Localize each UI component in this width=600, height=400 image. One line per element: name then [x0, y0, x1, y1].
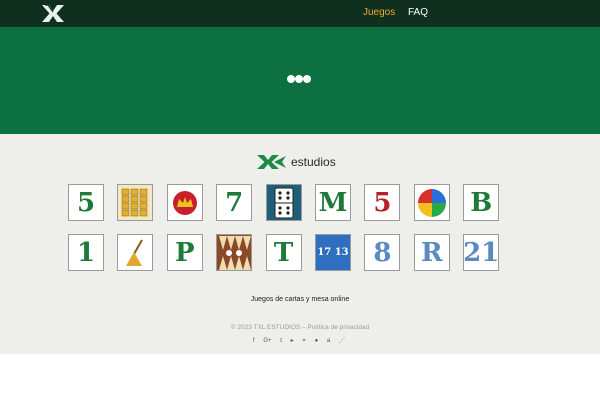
domino-icon: [267, 185, 301, 220]
tute-t-card-icon: T: [273, 237, 294, 268]
card-grid-icon: [118, 185, 152, 220]
pocha-card-icon: P: [175, 237, 195, 268]
facebook-icon[interactable]: f: [253, 337, 255, 346]
copyright: © 2023 TXL ESTUDIOS – Política de privac…: [0, 324, 600, 331]
google-plus-icon[interactable]: G+: [263, 337, 271, 346]
chinchon-card-icon: 5: [373, 187, 392, 218]
game-tile[interactable]: 21: [463, 234, 500, 271]
amazon-icon[interactable]: a: [327, 337, 330, 346]
brisca-card-icon: B: [470, 187, 493, 218]
game-tile[interactable]: [117, 234, 154, 271]
twitter-icon[interactable]: t: [280, 337, 282, 346]
nav-link-juegos[interactable]: Juegos: [363, 7, 395, 18]
game-tile[interactable]: 7: [216, 184, 253, 221]
rss-icon[interactable]: ⋰: [339, 337, 345, 346]
social-links: f G+ t ▸ ◓ ● a ⋰: [253, 337, 345, 346]
game-tile[interactable]: 1: [68, 234, 104, 271]
game-tile[interactable]: B: [463, 184, 500, 221]
top-navbar: Juegos FAQ: [0, 0, 600, 27]
game-tile[interactable]: 8: [364, 234, 401, 271]
mus-card-icon: M: [318, 187, 348, 218]
backgammon-icon: [217, 235, 252, 270]
blackjack-card-icon: 21: [463, 237, 500, 268]
game-tile[interactable]: 5: [364, 184, 401, 221]
escoba-card-icon: [118, 235, 152, 270]
game-tile[interactable]: M: [315, 184, 351, 221]
siete-y-media-card-icon: 7: [225, 187, 244, 218]
game-tile[interactable]: 17 13: [315, 234, 351, 271]
tute-card-icon: 1: [76, 237, 96, 268]
game-tile[interactable]: P: [166, 234, 203, 271]
crown-card-icon: [168, 185, 202, 220]
loading-dots-icon: [287, 75, 311, 85]
txl-x-logo-icon[interactable]: [40, 3, 66, 24]
game-tile[interactable]: [166, 184, 203, 221]
google-play-icon[interactable]: ▸: [291, 337, 294, 346]
apple-icon[interactable]: ●: [315, 337, 319, 346]
game-tile[interactable]: 5: [68, 184, 104, 221]
game-tile[interactable]: [265, 184, 302, 221]
game-tile[interactable]: R: [413, 234, 450, 271]
bingo-icon: 17 13: [317, 247, 349, 258]
game-tile[interactable]: [117, 184, 154, 221]
game-tile[interactable]: T: [265, 234, 302, 271]
txl-green-logo-icon: [257, 155, 286, 169]
copyright-text: © 2023 TXL ESTUDIOS –: [230, 324, 306, 331]
rummy-card-icon: R: [420, 237, 443, 268]
brand-logo: estudios: [256, 153, 336, 171]
nav-link-faq[interactable]: FAQ: [408, 7, 428, 18]
parchis-icon: [415, 185, 449, 220]
privacy-policy-link[interactable]: Política de privacidad: [307, 324, 369, 331]
android-icon[interactable]: ◓: [302, 337, 306, 346]
cinquillo-card-icon: 5: [76, 187, 96, 218]
brand-name: estudios: [291, 155, 336, 169]
game-tile[interactable]: [413, 184, 450, 221]
game-tile[interactable]: [216, 234, 253, 271]
crazy-eights-card-icon: 8: [373, 237, 392, 268]
tagline: Juegos de cartas y mesa online: [250, 296, 350, 303]
